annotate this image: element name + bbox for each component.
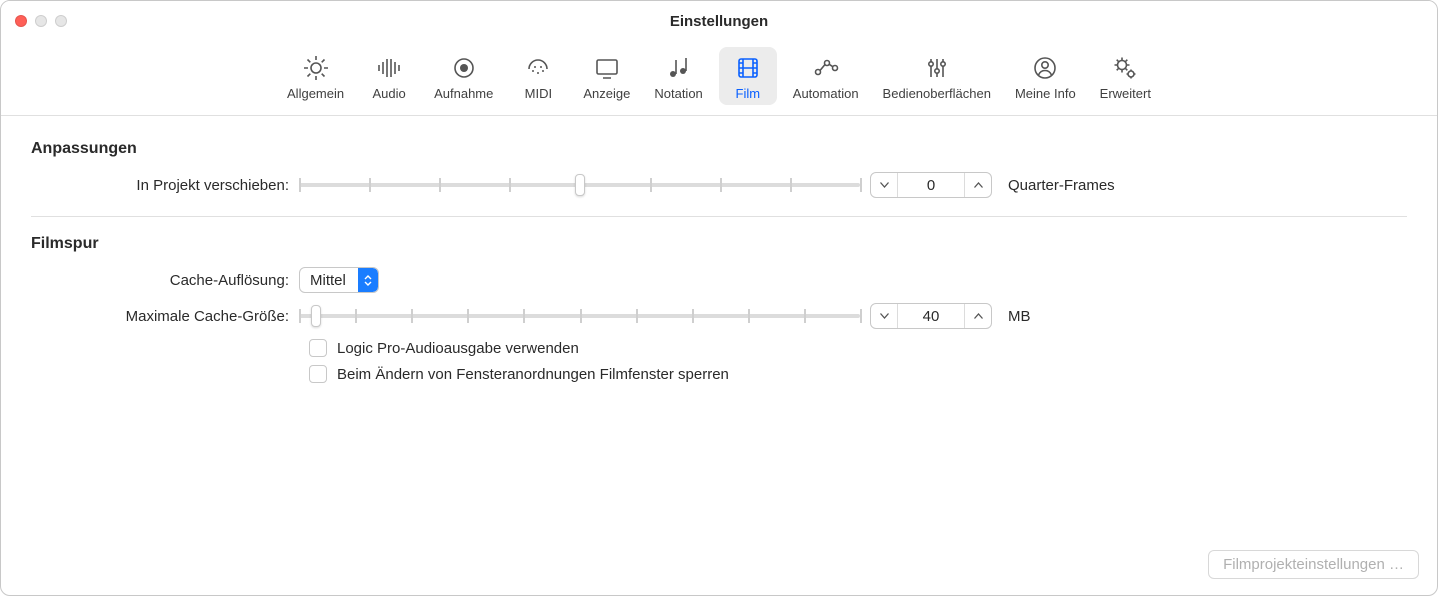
tab-notation[interactable]: Notation (646, 47, 710, 105)
person-circle-icon (1030, 53, 1060, 83)
move-to-project-stepper[interactable]: 0 (870, 172, 992, 198)
automation-icon (811, 53, 841, 83)
film-icon (733, 53, 763, 83)
tab-label: Automation (793, 86, 859, 101)
slider-knob[interactable] (575, 174, 585, 196)
tab-audio[interactable]: Audio (360, 47, 418, 105)
max-cache-size-label: Maximale Cache-Größe: (31, 308, 299, 325)
max-cache-size-unit: MB (1002, 308, 1031, 325)
tab-film[interactable]: Film (719, 47, 777, 105)
stepper-value: 0 (898, 173, 964, 197)
preferences-window: Einstellungen Allgemein (0, 0, 1438, 596)
tab-label: Meine Info (1015, 86, 1076, 101)
move-to-project-label: In Projekt verschieben: (31, 177, 299, 194)
content: Anpassungen In Projekt verschieben: (1, 116, 1437, 383)
tab-label: Film (736, 86, 761, 101)
tab-label: MIDI (525, 86, 552, 101)
stepper-increment[interactable] (965, 304, 991, 328)
lock-movie-window-label: Beim Ändern von Fensteranordnungen Filmf… (337, 366, 729, 383)
chevron-up-down-icon (358, 268, 378, 292)
gear-icon (301, 53, 331, 83)
tab-automation[interactable]: Automation (785, 47, 867, 105)
titlebar: Einstellungen (1, 1, 1437, 41)
waveform-icon (374, 53, 404, 83)
tab-aufnahme[interactable]: Aufnahme (426, 47, 501, 105)
row-move-to-project: In Projekt verschieben: (31, 172, 1407, 198)
tab-anzeige[interactable]: Anzeige (575, 47, 638, 105)
tab-bedienoberflaechen[interactable]: Bedienoberflächen (875, 47, 999, 105)
gears-icon (1110, 53, 1140, 83)
tab-midi[interactable]: MIDI (509, 47, 567, 105)
row-use-logic-audio-output: Logic Pro-Audioausgabe verwenden (309, 339, 1407, 357)
cache-resolution-select[interactable]: Mittel (299, 267, 379, 293)
tab-erweitert[interactable]: Erweitert (1092, 47, 1159, 105)
max-cache-size-stepper[interactable]: 40 (870, 303, 992, 329)
section-anpassungen: Anpassungen In Projekt verschieben: (31, 140, 1407, 198)
midi-icon (523, 53, 553, 83)
notes-icon (664, 53, 694, 83)
max-cache-size-slider[interactable] (299, 306, 860, 326)
select-value: Mittel (300, 272, 358, 289)
tab-meine-info[interactable]: Meine Info (1007, 47, 1084, 105)
tab-label: Notation (654, 86, 702, 101)
cache-resolution-label: Cache-Auflösung: (31, 272, 299, 289)
toolbar: Allgemein Audio Aufnahme (1, 41, 1437, 116)
minimize-window-button[interactable] (35, 15, 47, 27)
tab-label: Audio (372, 86, 405, 101)
lock-movie-window-checkbox[interactable] (309, 365, 327, 383)
tab-label: Aufnahme (434, 86, 493, 101)
display-icon (592, 53, 622, 83)
film-project-settings-button[interactable]: Filmprojekteinstellungen … (1208, 550, 1419, 579)
section-filmspur: Filmspur Cache-Auflösung: Mittel Maximal… (31, 235, 1407, 383)
row-cache-resolution: Cache-Auflösung: Mittel (31, 267, 1407, 293)
close-window-button[interactable] (15, 15, 27, 27)
move-to-project-unit: Quarter-Frames (1002, 177, 1115, 194)
section-heading-anpassungen: Anpassungen (31, 140, 1407, 158)
tab-label: Erweitert (1100, 86, 1151, 101)
section-heading-filmspur: Filmspur (31, 235, 1407, 253)
stepper-decrement[interactable] (871, 173, 897, 197)
use-logic-audio-output-label: Logic Pro-Audioausgabe verwenden (337, 340, 579, 357)
record-icon (449, 53, 479, 83)
stepper-value: 40 (898, 304, 964, 328)
move-to-project-slider[interactable] (299, 175, 860, 195)
use-logic-audio-output-checkbox[interactable] (309, 339, 327, 357)
stepper-decrement[interactable] (871, 304, 897, 328)
tab-allgemein[interactable]: Allgemein (279, 47, 352, 105)
row-max-cache-size: Maximale Cache-Größe: (31, 303, 1407, 329)
divider (31, 216, 1407, 217)
tab-label: Bedienoberflächen (883, 86, 991, 101)
stepper-increment[interactable] (965, 173, 991, 197)
row-lock-movie-window: Beim Ändern von Fensteranordnungen Filmf… (309, 365, 1407, 383)
window-title: Einstellungen (670, 13, 768, 30)
traffic-lights (15, 15, 67, 27)
tab-label: Anzeige (583, 86, 630, 101)
tab-label: Allgemein (287, 86, 344, 101)
sliders-icon (922, 53, 952, 83)
zoom-window-button[interactable] (55, 15, 67, 27)
slider-knob[interactable] (311, 305, 321, 327)
